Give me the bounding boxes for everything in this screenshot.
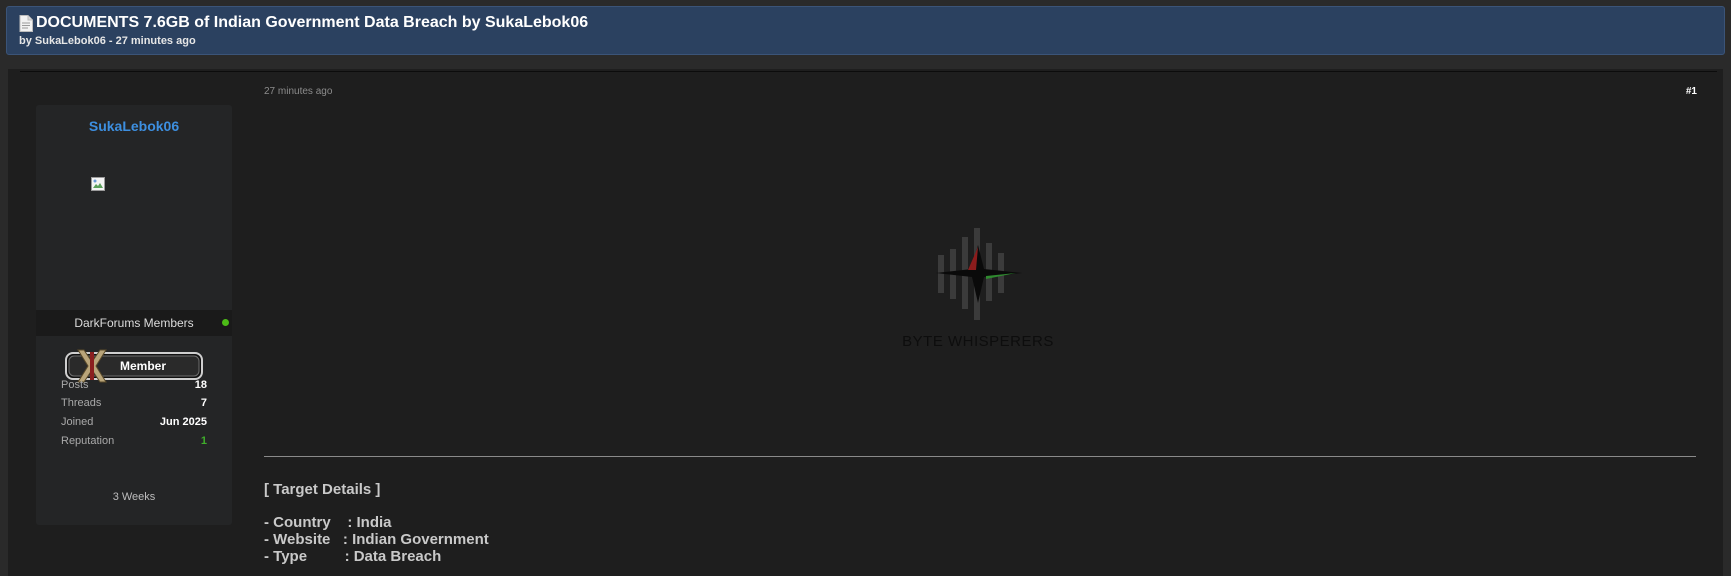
stat-label: Joined	[61, 416, 94, 428]
post-container	[8, 69, 1723, 576]
stat-reputation: Reputation 1	[61, 435, 207, 451]
author-name-link[interactable]: SukaLebok06	[36, 118, 232, 134]
byte-whisperers-logo-icon	[936, 228, 1022, 320]
section-heading: [ Target Details ]	[264, 481, 381, 498]
thread-title: DOCUMENTS 7.6GB of Indian Government Dat…	[36, 14, 589, 31]
stat-label: Threads	[61, 397, 102, 409]
stat-label: Posts	[61, 379, 89, 391]
divider	[20, 71, 1717, 72]
avatar[interactable]	[91, 177, 105, 191]
stat-value: 18	[194, 379, 207, 391]
user-group-bar: DarkForums Members	[36, 310, 232, 336]
thread-subtitle: by SukaLebok06 - 27 minutes ago	[19, 35, 196, 47]
stat-joined: Joined Jun 2025	[61, 416, 207, 432]
author-panel: SukaLebok06 DarkForums Members Member Po…	[36, 105, 232, 525]
stat-posts: Posts 18	[61, 379, 207, 395]
thread-header: DOCUMENTS 7.6GB of Indian Government Dat…	[6, 6, 1725, 55]
user-group-label: DarkForums Members	[74, 316, 194, 330]
post-timestamp: 27 minutes ago	[264, 86, 333, 97]
reputation-value[interactable]: 1	[201, 435, 207, 447]
online-status-icon	[222, 319, 229, 326]
document-icon	[19, 14, 33, 32]
stat-note: 3 Weeks	[112, 491, 156, 503]
stat-label: Reputation	[61, 435, 115, 447]
thread-title-row: DOCUMENTS 7.6GB of Indian Government Dat…	[19, 14, 588, 32]
detail-line: - Type : Data Breach	[264, 548, 442, 565]
content-divider	[264, 456, 1696, 457]
stat-value: Jun 2025	[159, 416, 207, 428]
detail-line: - Website : Indian Government	[264, 531, 489, 548]
logo-text: BYTE WHISPERERS	[902, 333, 1054, 350]
stat-threads: Threads 7	[61, 397, 207, 413]
stat-value: 7	[200, 397, 207, 409]
detail-line: - Country : India	[264, 514, 392, 531]
post-number-link[interactable]: #1	[1686, 86, 1697, 97]
